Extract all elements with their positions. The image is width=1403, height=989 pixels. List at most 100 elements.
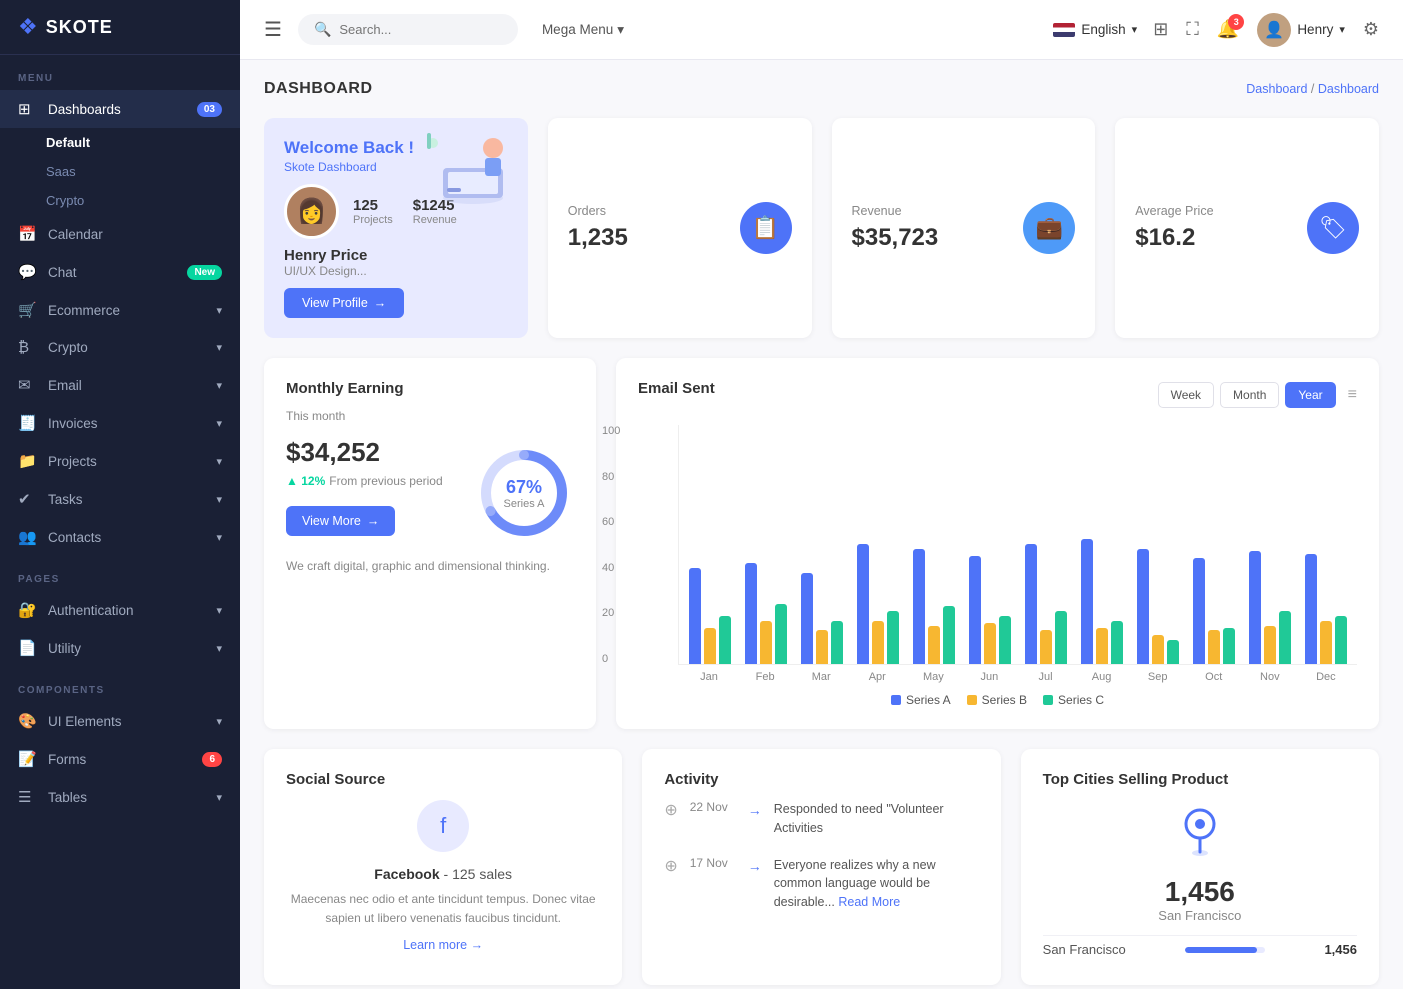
- forms-label: Forms: [48, 752, 86, 767]
- email-header: Email Sent Week Month Year ≡: [638, 380, 1357, 409]
- search-bar[interactable]: 🔍: [298, 14, 518, 45]
- top-cities-count: 1,456: [1043, 876, 1357, 908]
- page-title: DASHBOARD: [264, 80, 373, 98]
- projects-label: Projects: [48, 454, 97, 469]
- sidebar-item-ui-elements[interactable]: 🎨 UI Elements ▾: [0, 702, 240, 740]
- month-button[interactable]: Month: [1220, 382, 1279, 408]
- donut-label: 67% Series A: [504, 477, 545, 510]
- notification-icon[interactable]: 🔔 3: [1217, 19, 1239, 40]
- revenue-stat-card: Revenue $35,723 💼: [832, 118, 1096, 338]
- earning-donut-chart: 67% Series A: [474, 443, 574, 543]
- user-menu[interactable]: 👤 Henry ▾: [1257, 13, 1345, 47]
- avg-price-value: $16.2: [1135, 224, 1213, 252]
- tasks-chevron: ▾: [216, 493, 222, 506]
- city-val-1: 1,456: [1324, 942, 1357, 957]
- read-more-link[interactable]: Read More: [838, 895, 900, 909]
- view-profile-button[interactable]: View Profile →: [284, 288, 404, 318]
- bar-b-Jan: [704, 628, 716, 664]
- language-selector[interactable]: English ▾: [1053, 22, 1137, 37]
- sidebar-item-ecommerce[interactable]: 🛒 Ecommerce ▾: [0, 291, 240, 329]
- orders-value: 1,235: [568, 224, 628, 252]
- sidebar-item-utility[interactable]: 📄 Utility ▾: [0, 629, 240, 667]
- activity-item-2: ⊕ 17 Nov → Everyone realizes why a new c…: [664, 856, 978, 912]
- fullscreen-icon[interactable]: ⛶: [1186, 19, 1199, 40]
- view-more-label: View More: [302, 514, 361, 528]
- earning-pct: ▲ 12%: [286, 474, 325, 488]
- hamburger-button[interactable]: ☰: [264, 17, 282, 42]
- forms-badge: 6: [202, 752, 222, 767]
- sidebar-item-chat[interactable]: 💬 Chat New: [0, 253, 240, 291]
- x-label-Jun: Jun: [968, 671, 1010, 683]
- bar-group-Feb: [745, 563, 787, 664]
- bar-c-Feb: [775, 604, 787, 664]
- settings-icon[interactable]: ⚙: [1363, 19, 1379, 40]
- view-more-button[interactable]: View More →: [286, 506, 395, 536]
- sidebar-sub-saas[interactable]: Saas: [46, 157, 240, 186]
- bottom-row: Social Source f Facebook - 125 sales Mae…: [264, 749, 1379, 985]
- activity-icon-2: ⊕: [664, 856, 677, 876]
- y-axis-labels: 100 80 60 40 20 0: [602, 425, 620, 665]
- ecommerce-chevron: ▾: [216, 304, 222, 317]
- sidebar-item-contacts[interactable]: 👥 Contacts ▾: [0, 518, 240, 556]
- bar-a-Jun: [969, 556, 981, 664]
- grid-icon[interactable]: ⊞: [1153, 19, 1168, 40]
- sidebar-item-projects[interactable]: 📁 Projects ▾: [0, 442, 240, 480]
- header-icons: ⊞ ⛶ 🔔 3 👤 Henry ▾ ⚙: [1153, 13, 1379, 47]
- tables-label: Tables: [48, 790, 87, 805]
- social-description: Maecenas nec odio et ante tincidunt temp…: [286, 890, 600, 928]
- sidebar-sub-default[interactable]: Default: [46, 128, 240, 157]
- city-name-1: San Francisco: [1043, 942, 1126, 957]
- social-source-card: Social Source f Facebook - 125 sales Mae…: [264, 749, 622, 985]
- x-label-Jan: Jan: [688, 671, 730, 683]
- cities-row-1: San Francisco 1,456: [1043, 935, 1357, 963]
- year-button[interactable]: Year: [1285, 382, 1335, 408]
- bar-c-Aug: [1111, 621, 1123, 664]
- sidebar-item-tasks[interactable]: ✔ Tasks ▾: [0, 480, 240, 518]
- earning-period: This month: [286, 409, 574, 423]
- week-button[interactable]: Week: [1158, 382, 1214, 408]
- sidebar-item-forms[interactable]: 📝 Forms 6: [0, 740, 240, 778]
- welcome-decoration: [408, 118, 528, 218]
- sidebar-item-crypto[interactable]: ₿ Crypto ▾: [0, 329, 240, 366]
- sidebar-item-authentication[interactable]: 🔐 Authentication ▾: [0, 591, 240, 629]
- chart-menu-icon[interactable]: ≡: [1348, 386, 1357, 404]
- search-input[interactable]: [339, 22, 479, 37]
- y-80: 80: [602, 471, 620, 483]
- logo-icon: ❖: [18, 14, 38, 40]
- learn-more-link[interactable]: Learn more →: [286, 938, 600, 952]
- bar-group-Mar: [801, 573, 843, 664]
- view-profile-label: View Profile: [302, 296, 368, 310]
- bar-c-Sep: [1167, 640, 1179, 664]
- projects-icon: 📁: [18, 452, 38, 470]
- x-label-May: May: [912, 671, 954, 683]
- mega-menu-chevron: ▾: [617, 22, 624, 38]
- sidebar: ❖ SKOTE MENU ⊞ Dashboards 03 Default Saa…: [0, 0, 240, 989]
- sidebar-item-tables[interactable]: ☰ Tables ▾: [0, 778, 240, 816]
- sidebar-sub-crypto[interactable]: Crypto: [46, 186, 240, 215]
- sidebar-item-dashboards[interactable]: ⊞ Dashboards 03: [0, 90, 240, 128]
- bar-group-Sep: [1137, 549, 1179, 664]
- bar-group-Oct: [1193, 558, 1235, 664]
- logo-text: SKOTE: [46, 17, 113, 38]
- bar-c-Mar: [831, 621, 843, 664]
- language-chevron: ▾: [1132, 23, 1138, 36]
- revenue-label2: Revenue: [852, 204, 939, 218]
- earning-change-label: From previous period: [329, 474, 442, 488]
- legend-dot-a: [891, 695, 901, 705]
- sidebar-item-invoices[interactable]: 🧾 Invoices ▾: [0, 404, 240, 442]
- avg-price-label: Average Price: [1135, 204, 1213, 218]
- projects-label: Projects: [353, 214, 393, 226]
- calendar-icon: 📅: [18, 225, 38, 243]
- social-icon-wrap: f: [286, 800, 600, 852]
- header: ☰ 🔍 Mega Menu ▾ English ▾ ⊞ ⛶ 🔔 3 👤 Henr…: [240, 0, 1403, 60]
- top-cities-card: Top Cities Selling Product 1,456 San Fra…: [1021, 749, 1379, 985]
- mega-menu-button[interactable]: Mega Menu ▾: [542, 22, 624, 38]
- x-label-Apr: Apr: [856, 671, 898, 683]
- orders-label: Orders: [568, 204, 628, 218]
- bar-b-Nov: [1264, 626, 1276, 664]
- welcome-name: Henry Price: [284, 247, 508, 264]
- invoices-icon: 🧾: [18, 414, 38, 432]
- sidebar-item-calendar[interactable]: 📅 Calendar: [0, 215, 240, 253]
- sidebar-item-email[interactable]: ✉ Email ▾: [0, 366, 240, 404]
- x-label-Dec: Dec: [1305, 671, 1347, 683]
